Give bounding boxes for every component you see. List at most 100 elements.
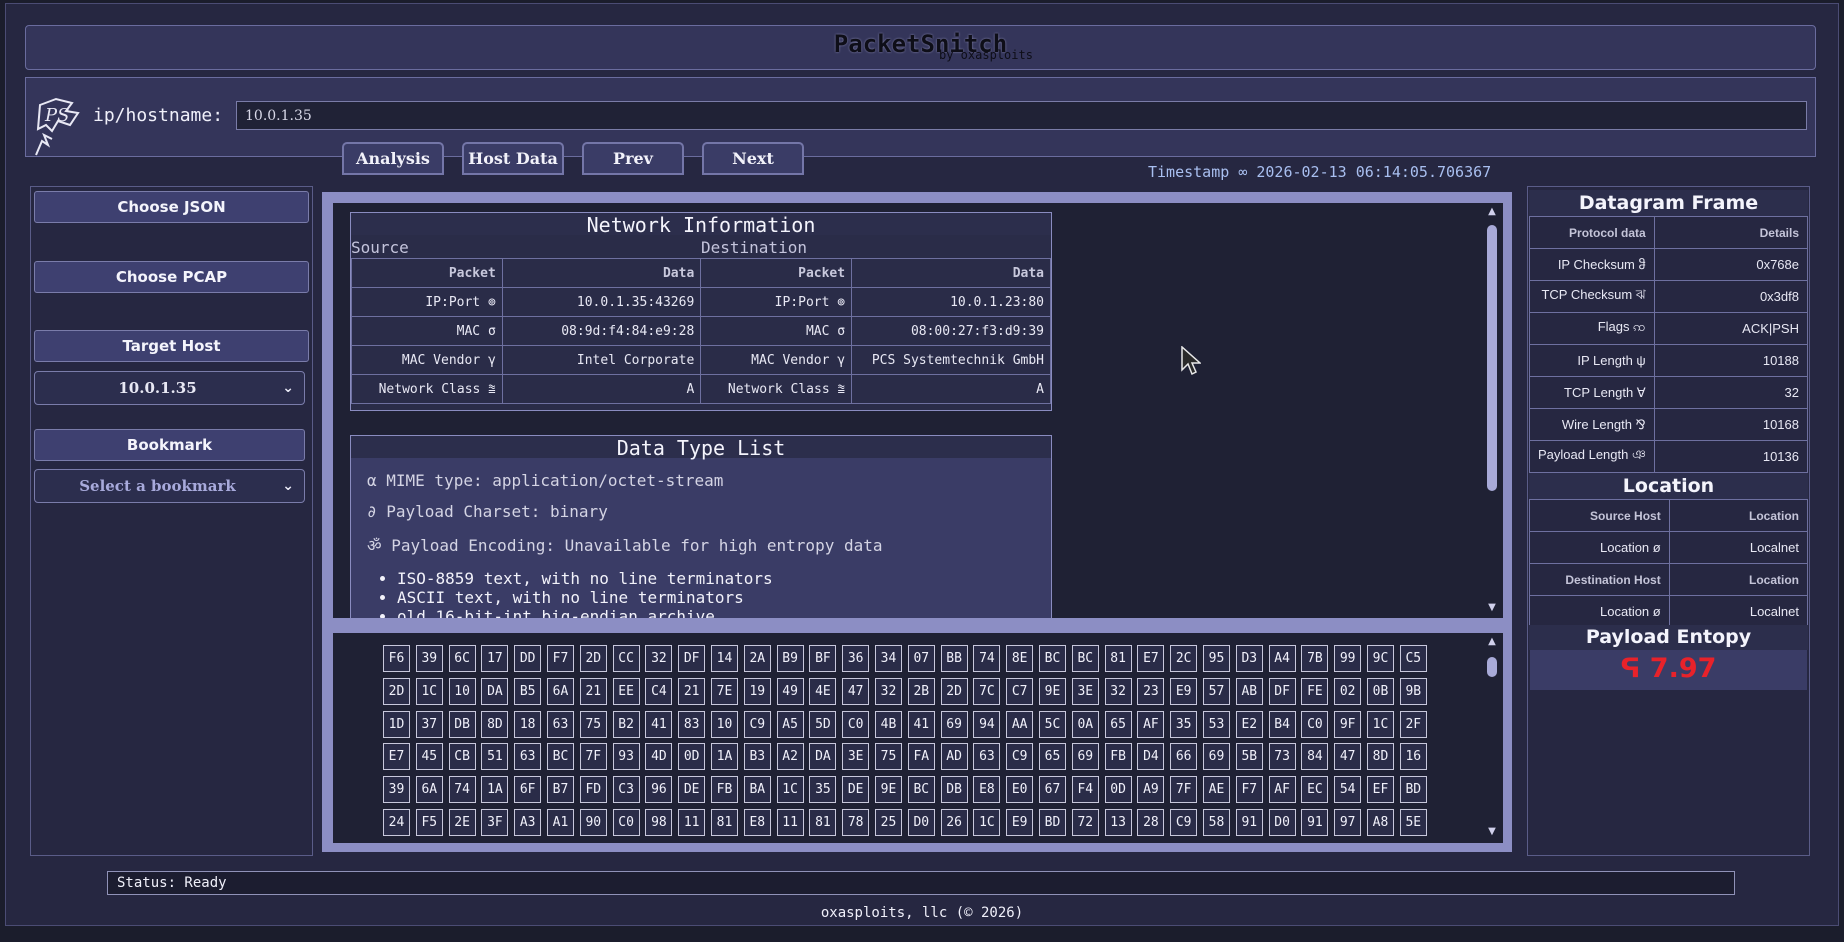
hex-byte: 83: [678, 710, 706, 738]
app-title: PacketSnitch: [833, 30, 1008, 58]
hex-byte: 4D: [645, 743, 673, 771]
hex-byte: DD: [514, 645, 542, 672]
hex-byte: 0B: [1367, 677, 1394, 705]
hex-byte: DE: [678, 776, 706, 804]
hex-byte: 11: [678, 809, 706, 836]
hex-byte: C5: [1399, 645, 1427, 672]
bookmark-select[interactable]: Select a bookmark ⌄: [34, 469, 305, 503]
hex-byte: 0D: [678, 743, 706, 771]
hex-byte: 7B: [1301, 645, 1329, 672]
hex-byte: 75: [875, 743, 902, 771]
entropy-title: Payload Entopy: [1529, 625, 1808, 650]
list-item: ASCII text, with no line terminators: [397, 588, 773, 607]
hex-byte: 91: [1235, 809, 1263, 836]
scroll-down-icon[interactable]: ▼: [1486, 827, 1498, 837]
table-cell: ACK|PSH: [1653, 312, 1809, 345]
hex-byte: CC: [612, 645, 640, 672]
scroll-down-icon[interactable]: ▼: [1486, 603, 1498, 613]
hex-byte: 10: [448, 677, 476, 705]
svg-text:PS: PS: [44, 105, 69, 126]
hex-byte: A1: [547, 809, 574, 836]
hex-byte: B4: [1268, 710, 1296, 738]
hex-byte: 78: [842, 809, 870, 836]
hex-byte: 74: [448, 776, 476, 804]
hex-byte: 5E: [1399, 809, 1427, 836]
tab-host-data[interactable]: Host Data: [462, 142, 564, 175]
hex-byte: 32: [875, 677, 902, 705]
table-cell: Flags ꩡ: [1529, 312, 1655, 345]
hex-byte: 63: [514, 743, 542, 771]
hex-byte: F4: [1071, 776, 1099, 804]
choose-pcap-button[interactable]: Choose PCAP: [34, 261, 309, 293]
hex-byte: 26: [940, 809, 968, 836]
hex-byte: D3: [1235, 645, 1263, 672]
hex-byte: 07: [907, 645, 935, 672]
hex-byte: 45: [415, 743, 443, 771]
hex-byte: A9: [1137, 776, 1165, 804]
scroll-up-icon[interactable]: ▲: [1486, 207, 1498, 217]
hex-byte: 93: [612, 743, 640, 771]
target-host-select[interactable]: 10.0.1.35 ⌄: [34, 371, 305, 405]
hex-byte: 1C: [1367, 710, 1394, 738]
hex-byte: B5: [514, 677, 542, 705]
bookmark-placeholder: Select a bookmark: [79, 477, 236, 495]
hex-byte: BC: [1071, 645, 1099, 672]
table-cell: MAC Vendor γ: [351, 345, 503, 375]
table-row: Location ø Localnet: [1529, 595, 1809, 628]
host-input[interactable]: 10.0.1.35: [236, 101, 1807, 130]
prev-button[interactable]: Prev: [582, 142, 684, 175]
hex-byte: 6F: [514, 776, 542, 804]
hex-byte: FA: [907, 743, 935, 771]
hex-byte: 02: [1334, 677, 1362, 705]
hex-byte: 1A: [481, 776, 509, 804]
next-button[interactable]: Next: [702, 142, 804, 175]
hex-scrollbar[interactable]: ▲ ▼: [1486, 637, 1498, 839]
table-cell: MAC σ: [700, 316, 853, 346]
hex-byte: DB: [448, 710, 476, 738]
hex-byte: 66: [1170, 743, 1198, 771]
table-cell: PCS Systemtechnik GmbH: [851, 345, 1051, 375]
hex-byte: 8D: [1367, 743, 1394, 771]
analysis-scrollbar[interactable]: ▲ ▼: [1486, 207, 1498, 613]
scroll-up-icon[interactable]: ▲: [1486, 637, 1498, 647]
hex-byte: 1C: [776, 776, 804, 804]
hex-byte: 2C: [1170, 645, 1198, 672]
hex-byte: A4: [1268, 645, 1296, 672]
hex-byte: B7: [547, 776, 574, 804]
hex-byte: B3: [743, 743, 771, 771]
hex-byte: 39: [415, 645, 443, 672]
hex-byte: 1D: [383, 710, 410, 738]
hex-byte: F6: [383, 645, 410, 672]
hex-byte: 69: [1071, 743, 1099, 771]
table-cell: 10.0.1.23:80: [851, 287, 1051, 317]
hex-byte: 9F: [1334, 710, 1362, 738]
table-row: MAC Vendor γ Intel Corporate MAC Vendor …: [351, 345, 1051, 375]
hex-byte: 96: [645, 776, 673, 804]
tab-analysis[interactable]: Analysis: [342, 142, 444, 175]
hex-byte: 2F: [1399, 710, 1427, 738]
hex-byte: 98: [645, 809, 673, 836]
list-item: ISO-8859 text, with no line terminators: [397, 569, 773, 588]
hex-byte: FB: [1104, 743, 1132, 771]
hex-byte: 32: [1104, 677, 1132, 705]
hex-byte: 35: [809, 776, 837, 804]
hex-byte: BA: [743, 776, 771, 804]
table-row: MAC σ 08:9d:f4:84:e9:28 MAC σ 08:00:27:f…: [351, 316, 1051, 346]
network-info-section: Network Information Source Destination P…: [350, 212, 1052, 411]
column-header: Data: [851, 258, 1051, 288]
hex-byte: D0: [1268, 809, 1296, 836]
column-header: Destination Host: [1529, 563, 1670, 596]
hex-byte: C9: [1170, 809, 1198, 836]
hex-byte: A8: [1367, 809, 1394, 836]
hex-byte: 7F: [1170, 776, 1198, 804]
hex-byte: C3: [612, 776, 640, 804]
choose-json-button[interactable]: Choose JSON: [34, 191, 309, 223]
scroll-thumb[interactable]: [1487, 657, 1497, 677]
hex-byte: 9E: [1039, 677, 1066, 705]
hex-byte: AF: [1268, 776, 1296, 804]
hex-byte: E8: [743, 809, 771, 836]
hex-byte: FD: [579, 776, 607, 804]
hex-byte: 41: [645, 710, 673, 738]
bookmark-label: Bookmark: [34, 429, 305, 461]
scroll-thumb[interactable]: [1487, 225, 1497, 491]
